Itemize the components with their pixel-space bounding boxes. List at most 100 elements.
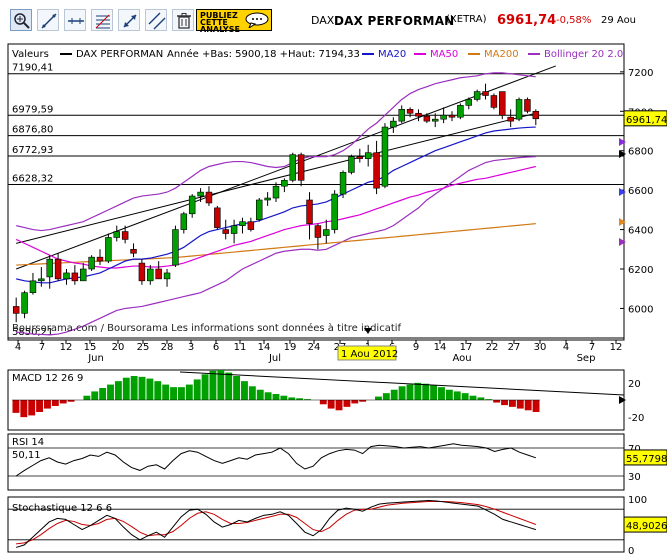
candle-body — [515, 99, 523, 120]
macd-bar — [398, 386, 406, 400]
candle-body — [473, 91, 481, 100]
candle-body — [323, 229, 330, 236]
x-month-label: Aou — [452, 353, 471, 364]
macd-bar — [138, 376, 146, 400]
stochastic-title: Stochastique 12 6 6 — [12, 503, 112, 514]
x-tick-label: 9 — [413, 342, 419, 353]
legend-valeurs: Valeurs — [12, 49, 49, 60]
x-tick-label: 17 — [460, 342, 473, 353]
candle-body — [256, 199, 263, 221]
macd-bar — [382, 393, 390, 400]
candle-body — [331, 193, 338, 230]
macd-bar — [114, 381, 122, 400]
rsi-subtitle: 50,11 — [12, 450, 41, 461]
candle-body — [88, 256, 95, 270]
macd-bar — [532, 400, 540, 412]
candle-body — [381, 126, 389, 187]
x-tick-label: 14 — [434, 342, 447, 353]
candle-body — [38, 278, 45, 282]
macd-bar — [177, 387, 185, 400]
x-tick-label: 25 — [137, 342, 150, 353]
macd-bar — [83, 395, 91, 400]
x-tick-label: 7 — [589, 342, 595, 353]
candle-body — [105, 237, 112, 262]
candle-body — [339, 172, 347, 195]
x-tick-label: 22 — [486, 342, 499, 353]
x-tick-label: 27 — [508, 342, 521, 353]
candle-body — [524, 99, 531, 112]
candle-body — [289, 154, 296, 181]
y-tick-label: 7200 — [628, 68, 653, 79]
macd-bar — [193, 379, 201, 400]
macd-bar — [36, 400, 44, 412]
macd-bar — [501, 400, 508, 406]
candle-body — [71, 272, 79, 282]
x-axis: 4712152025283611141924271691417222730471… — [15, 340, 622, 364]
x-tick-label: 6 — [213, 342, 219, 353]
candle-body — [448, 114, 456, 118]
candle-body — [490, 95, 498, 108]
candle-body — [356, 156, 364, 159]
candle-body — [423, 115, 431, 122]
macd-bar — [493, 400, 501, 403]
stochastic-current-label: 48,9026 — [626, 521, 667, 532]
legend-ma200: MA200 — [484, 49, 519, 60]
candle-body — [121, 231, 129, 240]
macd-bar — [335, 400, 343, 411]
x-month-label: Jun — [87, 353, 104, 364]
candle-body — [373, 152, 380, 189]
current-price-label: 6961,74 — [626, 115, 667, 126]
candle-body — [532, 110, 540, 120]
candle-body — [465, 99, 472, 106]
y-tick-label: 6200 — [628, 265, 653, 276]
macd-bar — [296, 398, 304, 400]
macd-bar — [44, 400, 51, 409]
macd-bar — [248, 386, 256, 400]
date-marker-label: 1 Aou 2012 — [341, 349, 398, 360]
macd-bar — [107, 384, 114, 400]
x-tick-label: 24 — [308, 342, 321, 353]
rsi-y-label: 30 — [628, 472, 641, 483]
macd-bar — [28, 400, 36, 416]
y-tick-label: 6000 — [628, 304, 653, 315]
macd-bar — [351, 400, 359, 404]
candle-body — [96, 256, 104, 262]
candle-body — [188, 195, 196, 215]
candle-body — [239, 221, 246, 226]
x-tick-label: 19 — [284, 342, 297, 353]
candle-body — [348, 156, 355, 173]
macd-bar — [170, 387, 177, 400]
macd-bar — [130, 376, 138, 400]
legend-bollinger: Bollinger 20 2.0 — [544, 49, 623, 60]
candle-body — [130, 248, 137, 254]
level-label: 7190,41 — [12, 63, 53, 74]
candle-body — [314, 225, 322, 238]
candle-body — [264, 197, 271, 201]
candle-body — [180, 213, 188, 230]
candle-body — [197, 191, 204, 197]
stochastic-y-label: 100 — [628, 495, 647, 506]
macd-bar — [343, 400, 351, 407]
x-tick-label: 11 — [234, 342, 247, 353]
chart-canvas[interactable]: Valeurs DAX PERFORMAN Année +Bas: 5900,1… — [0, 0, 667, 556]
candle-body — [147, 268, 154, 282]
level-label: 6772,93 — [12, 145, 53, 156]
x-tick-label: 3 — [188, 342, 194, 353]
level-label: 6628,32 — [12, 174, 53, 185]
macd-bar — [280, 395, 288, 400]
level-label: 6876,80 — [12, 125, 53, 136]
macd-bar — [264, 392, 272, 400]
candle-body — [172, 229, 179, 266]
x-month-label: Sep — [577, 353, 596, 364]
macd-bar — [12, 400, 20, 413]
macd-bar — [59, 400, 67, 404]
x-tick-label: 20 — [112, 342, 125, 353]
legend-ma50: MA50 — [430, 49, 458, 60]
macd-bar — [375, 396, 382, 400]
macd-bar — [99, 388, 107, 400]
candle-body — [507, 116, 514, 122]
macd-bar — [327, 400, 335, 409]
macd-bar — [524, 400, 532, 411]
macd-bar — [359, 400, 367, 402]
candle-body — [440, 114, 447, 120]
